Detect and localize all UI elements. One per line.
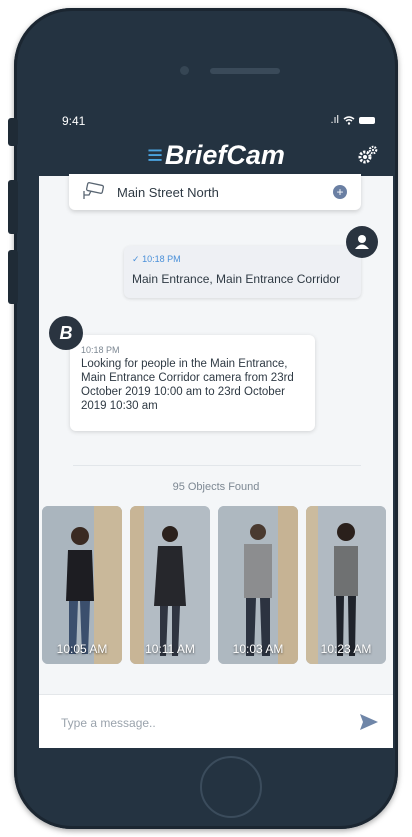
results-carousel[interactable]: 10:05 AM 10:11 AM 10:03 AM 10:23 AM bbox=[39, 506, 393, 664]
location-card[interactable]: Main Street North + bbox=[69, 174, 361, 210]
app-header: 9:41 .ıl ≡BriefCam bbox=[39, 102, 393, 176]
user-message-meta: ✓ 10:18 PM bbox=[132, 254, 181, 265]
brand-logo: ≡BriefCam bbox=[39, 140, 393, 171]
mute-switch bbox=[8, 118, 18, 146]
home-button[interactable] bbox=[200, 756, 262, 818]
result-time: 10:23 AM bbox=[320, 642, 372, 656]
person-thumbnail-image bbox=[306, 506, 386, 664]
results-summary: 95 Objects Found bbox=[172, 481, 260, 493]
result-time: 10:03 AM bbox=[232, 642, 284, 656]
divider bbox=[73, 465, 361, 466]
gears-icon[interactable] bbox=[357, 144, 379, 166]
person-thumbnail-image bbox=[218, 506, 298, 664]
app-screen: 9:41 .ıl ≡BriefCam Main Street North + ✓… bbox=[39, 102, 393, 748]
user-message-bubble: ✓ 10:18 PM Main Entrance, Main Entrance … bbox=[124, 246, 361, 298]
front-camera bbox=[180, 66, 189, 75]
person-thumbnail-image bbox=[130, 506, 210, 664]
battery-icon bbox=[359, 116, 375, 124]
bot-message-timestamp: 10:18 PM bbox=[81, 345, 120, 355]
status-icons: .ıl bbox=[330, 114, 375, 126]
sent-check-icon: ✓ bbox=[132, 254, 140, 264]
bot-message-text: Looking for people in the Main Entrance,… bbox=[81, 358, 294, 412]
send-icon[interactable] bbox=[359, 713, 379, 731]
earpiece-speaker bbox=[210, 68, 280, 74]
bot-avatar: B bbox=[49, 316, 83, 350]
status-time: 9:41 bbox=[62, 114, 86, 128]
user-message-timestamp: 10:18 PM bbox=[142, 254, 181, 264]
wifi-icon bbox=[343, 115, 355, 125]
person-icon bbox=[355, 235, 369, 249]
message-input[interactable] bbox=[59, 713, 333, 733]
signal-icon: .ıl bbox=[330, 114, 339, 126]
result-thumbnail[interactable]: 10:11 AM bbox=[130, 506, 210, 664]
cctv-camera-icon bbox=[83, 182, 105, 199]
person-thumbnail-image bbox=[42, 506, 122, 664]
bot-avatar-letter: B bbox=[59, 323, 73, 343]
result-time: 10:11 AM bbox=[145, 642, 195, 656]
composer bbox=[39, 694, 393, 748]
result-thumbnail[interactable]: 10:23 AM bbox=[306, 506, 386, 664]
result-thumbnail[interactable]: 10:05 AM bbox=[42, 506, 122, 664]
brand-name: BriefCam bbox=[164, 140, 285, 170]
result-time: 10:05 AM bbox=[56, 642, 108, 656]
user-message-text: Main Entrance, Main Entrance Corridor bbox=[132, 272, 341, 286]
volume-up-button bbox=[8, 180, 18, 234]
result-thumbnail[interactable]: 10:03 AM bbox=[218, 506, 298, 664]
user-avatar bbox=[346, 226, 378, 258]
bot-message-bubble: 10:18 PM Looking for people in the Main … bbox=[70, 335, 315, 431]
plus-icon[interactable]: + bbox=[333, 185, 347, 199]
location-label: Main Street North bbox=[117, 185, 219, 200]
volume-down-button bbox=[8, 250, 18, 304]
brand-bars-icon: ≡ bbox=[147, 140, 163, 170]
